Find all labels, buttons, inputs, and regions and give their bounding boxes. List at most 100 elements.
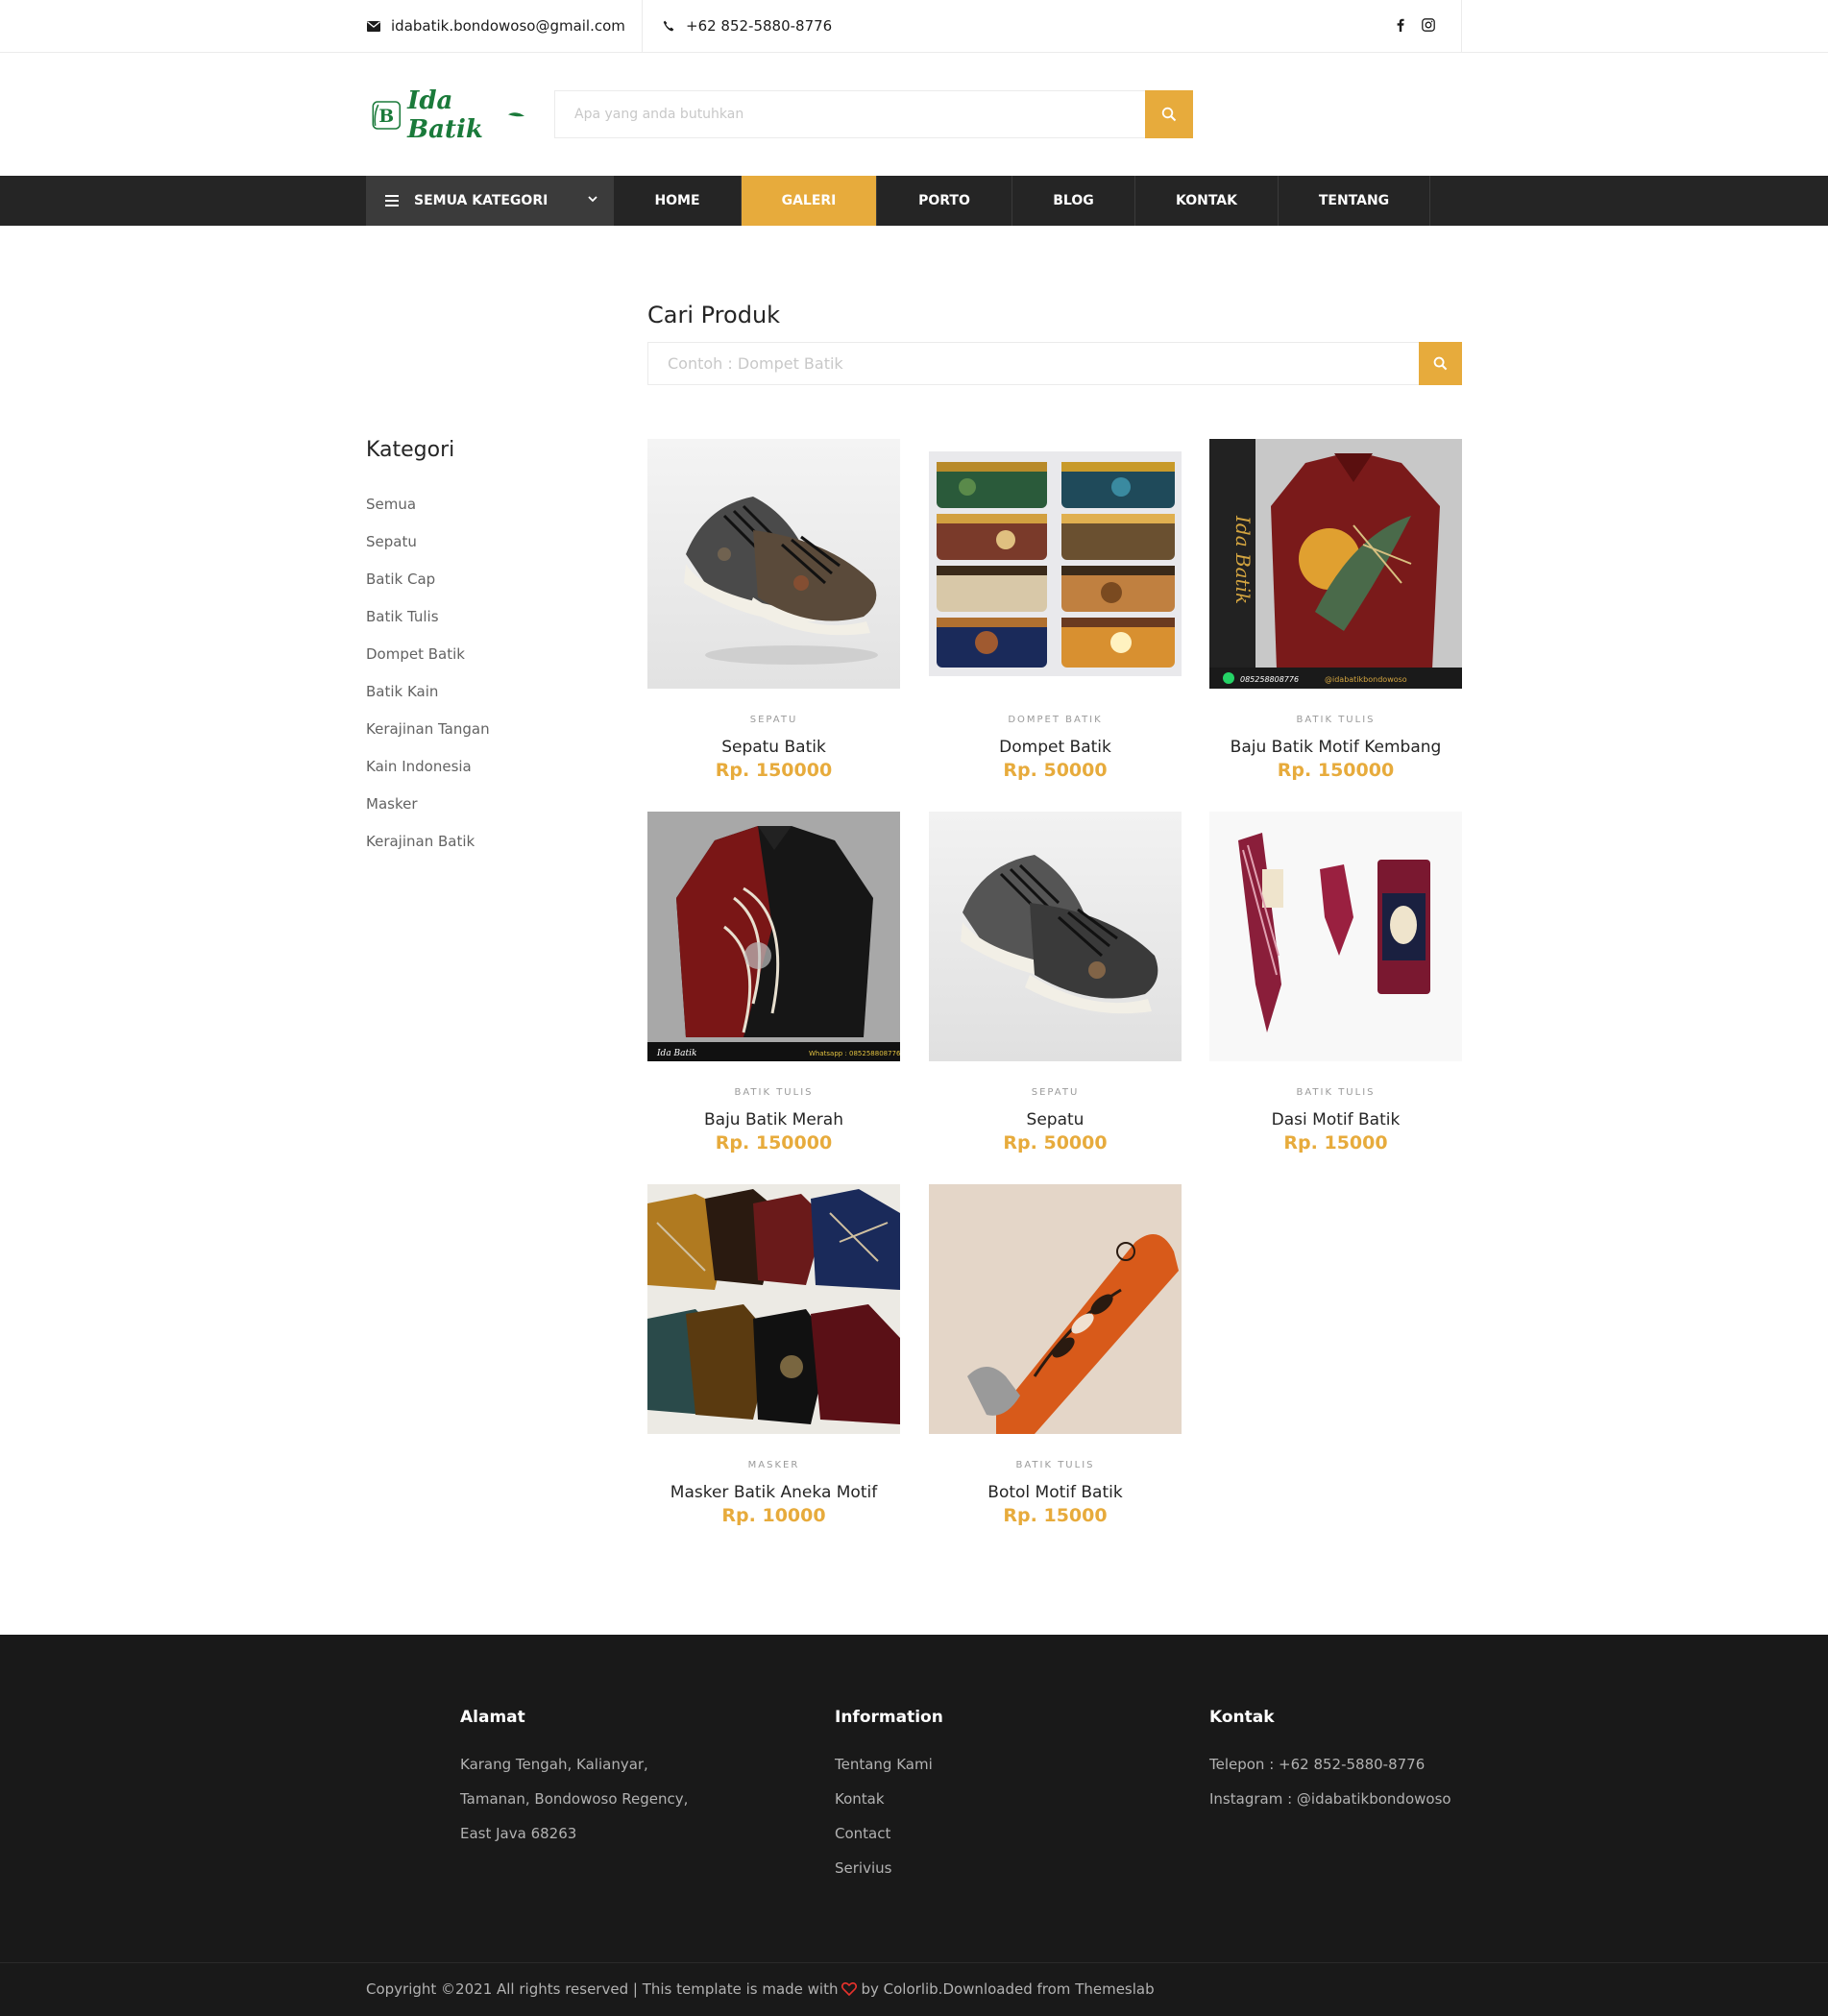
product-image[interactable] <box>647 1184 900 1434</box>
category-item[interactable]: Batik Tulis <box>366 608 490 645</box>
product-price: Rp. 15000 <box>1003 1505 1108 1526</box>
product-name[interactable]: Dasi Motif Batik <box>1209 1110 1462 1129</box>
product-card[interactable]: Ida Batik Whatsapp : 085258808776 BATIK … <box>647 812 900 1154</box>
product-category: SEPATU <box>1031 1087 1080 1098</box>
image-logo-text: Ida Batik <box>1231 515 1255 604</box>
footer: Alamat Karang Tengah, Kalianyar, Tamanan… <box>0 1635 1828 2016</box>
product-image[interactable] <box>929 439 1182 689</box>
nav-kontak[interactable]: KONTAK <box>1135 176 1279 226</box>
nav-galeri[interactable]: GALERI <box>742 176 877 226</box>
topbar-phone-text: +62 852-5880-8776 <box>686 17 833 35</box>
main-nav: SEMUA KATEGORI HOME GALERI PORTO BLOG KO… <box>0 176 1828 226</box>
nav-porto[interactable]: PORTO <box>877 176 1012 226</box>
header-search-input[interactable] <box>555 91 1145 137</box>
logo-text: Ida Batik <box>407 86 483 144</box>
instagram-icon[interactable] <box>1422 17 1435 36</box>
category-item[interactable]: Semua <box>366 496 490 533</box>
logo[interactable]: B Ida Batik <box>371 86 524 144</box>
topbar-email[interactable]: idabatik.bondowoso@gmail.com <box>366 0 643 52</box>
search-icon <box>1433 356 1448 371</box>
footer-bottom: Copyright ©2021 All rights reserved | Th… <box>0 1962 1828 2016</box>
footer-contact-title: Kontak <box>1209 1708 1275 1727</box>
product-card[interactable]: SEPATU Sepatu Batik Rp. 150000 <box>647 439 900 781</box>
product-search <box>647 342 1462 385</box>
header-search <box>554 90 1193 138</box>
footer-contact-instagram: Instagram : @idabatikbondowoso <box>1209 1790 1451 1808</box>
product-name[interactable]: Botol Motif Batik <box>929 1483 1182 1502</box>
top-bar: idabatik.bondowoso@gmail.com +62 852-588… <box>0 0 1828 53</box>
product-price: Rp. 15000 <box>1283 1132 1388 1154</box>
category-item[interactable]: Dompet Batik <box>366 645 490 683</box>
category-item[interactable]: Batik Cap <box>366 571 490 608</box>
footer-link[interactable]: Tentang Kami <box>835 1756 943 1790</box>
product-image[interactable] <box>1209 812 1462 1061</box>
product-name[interactable]: Sepatu Batik <box>647 738 900 757</box>
topbar-email-text: idabatik.bondowoso@gmail.com <box>391 17 625 35</box>
product-name[interactable]: Baju Batik Motif Kembang <box>1209 738 1462 757</box>
product-card[interactable]: DOMPET BATIK Dompet Batik Rp. 50000 <box>929 439 1182 781</box>
footer-link[interactable]: Contact <box>835 1825 943 1859</box>
product-category: BATIK TULIS <box>1015 1460 1095 1470</box>
product-card[interactable]: BATIK TULIS Botol Motif Batik Rp. 15000 <box>929 1184 1182 1526</box>
product-image[interactable]: Ida Batik Whatsapp : 085258808776 <box>647 812 900 1061</box>
product-category: SEPATU <box>749 715 798 725</box>
social-links <box>1383 0 1462 52</box>
leaf-icon <box>507 112 524 117</box>
all-categories-dropdown[interactable]: SEMUA KATEGORI <box>366 176 614 226</box>
menu-icon <box>385 195 399 206</box>
product-image[interactable]: Ida Batik 085258808776 @idabatikbondowos… <box>1209 439 1462 689</box>
product-name[interactable]: Baju Batik Merah <box>647 1110 900 1129</box>
category-item[interactable]: Masker <box>366 795 490 833</box>
topbar-phone[interactable]: +62 852-5880-8776 <box>661 0 832 52</box>
footer-address-line: Tamanan, Bondowoso Regency, <box>460 1790 689 1808</box>
footer-address-line: Karang Tengah, Kalianyar, <box>460 1756 648 1773</box>
category-item[interactable]: Kerajinan Tangan <box>366 720 490 758</box>
product-name[interactable]: Dompet Batik <box>929 738 1182 757</box>
copyright-text: Copyright ©2021 All rights reserved | Th… <box>366 1980 839 1998</box>
phone-icon <box>661 18 676 34</box>
footer-information-title: Information <box>835 1708 943 1727</box>
footer-address-line: East Java 68263 <box>460 1825 577 1842</box>
product-price: Rp. 150000 <box>1277 760 1395 781</box>
image-logo-text: Ida Batik <box>656 1049 696 1058</box>
product-category: BATIK TULIS <box>1296 1087 1376 1098</box>
category-item[interactable]: Kerajinan Batik <box>366 833 490 870</box>
product-category: BATIK TULIS <box>1296 715 1376 725</box>
product-search-button[interactable] <box>1419 342 1462 385</box>
category-title: Kategori <box>366 438 455 462</box>
product-name[interactable]: Masker Batik Aneka Motif <box>647 1483 900 1502</box>
footer-address: Alamat Karang Tengah, Kalianyar, Tamanan… <box>460 1708 688 1859</box>
svg-text:B: B <box>378 107 394 127</box>
facebook-icon[interactable] <box>1397 17 1404 36</box>
image-whatsapp-text: Whatsapp : 085258808776 <box>809 1050 900 1057</box>
header-search-button[interactable] <box>1145 90 1193 138</box>
product-card[interactable]: MASKER Masker Batik Aneka Motif Rp. 1000… <box>647 1184 900 1526</box>
logo-mark-icon: B <box>372 101 402 130</box>
search-products-title: Cari Produk <box>647 302 781 328</box>
product-card[interactable]: Ida Batik 085258808776 @idabatikbondowos… <box>1209 439 1462 781</box>
product-name[interactable]: Sepatu <box>929 1110 1182 1129</box>
product-price: Rp. 150000 <box>715 1132 833 1154</box>
nav-menu: HOME GALERI PORTO BLOG KONTAK TENTANG <box>614 176 1430 226</box>
category-item[interactable]: Kain Indonesia <box>366 758 490 795</box>
product-card[interactable]: BATIK TULIS Dasi Motif Batik Rp. 15000 <box>1209 812 1462 1154</box>
heart-icon <box>841 1982 858 1996</box>
product-price: Rp. 50000 <box>1003 1132 1108 1154</box>
nav-tentang[interactable]: TENTANG <box>1279 176 1430 226</box>
footer-link[interactable]: Serivius <box>835 1859 943 1894</box>
nav-blog[interactable]: BLOG <box>1012 176 1135 226</box>
nav-home[interactable]: HOME <box>614 176 742 226</box>
category-item[interactable]: Batik Kain <box>366 683 490 720</box>
all-categories-label: SEMUA KATEGORI <box>414 193 548 208</box>
footer-contact-phone: Telepon : +62 852-5880-8776 <box>1209 1756 1426 1773</box>
product-image[interactable] <box>929 812 1182 1061</box>
category-item[interactable]: Sepatu <box>366 533 490 571</box>
product-category: DOMPET BATIK <box>1008 715 1103 725</box>
category-list: Semua Sepatu Batik Cap Batik Tulis Dompe… <box>366 496 490 870</box>
product-image[interactable] <box>647 439 900 689</box>
product-search-input[interactable] <box>648 343 1419 384</box>
footer-link[interactable]: Kontak <box>835 1790 943 1825</box>
product-card[interactable]: SEPATU Sepatu Rp. 50000 <box>929 812 1182 1154</box>
copyright-link[interactable]: by Colorlib.Downloaded from Themeslab <box>861 1980 1154 1998</box>
product-image[interactable] <box>929 1184 1182 1434</box>
